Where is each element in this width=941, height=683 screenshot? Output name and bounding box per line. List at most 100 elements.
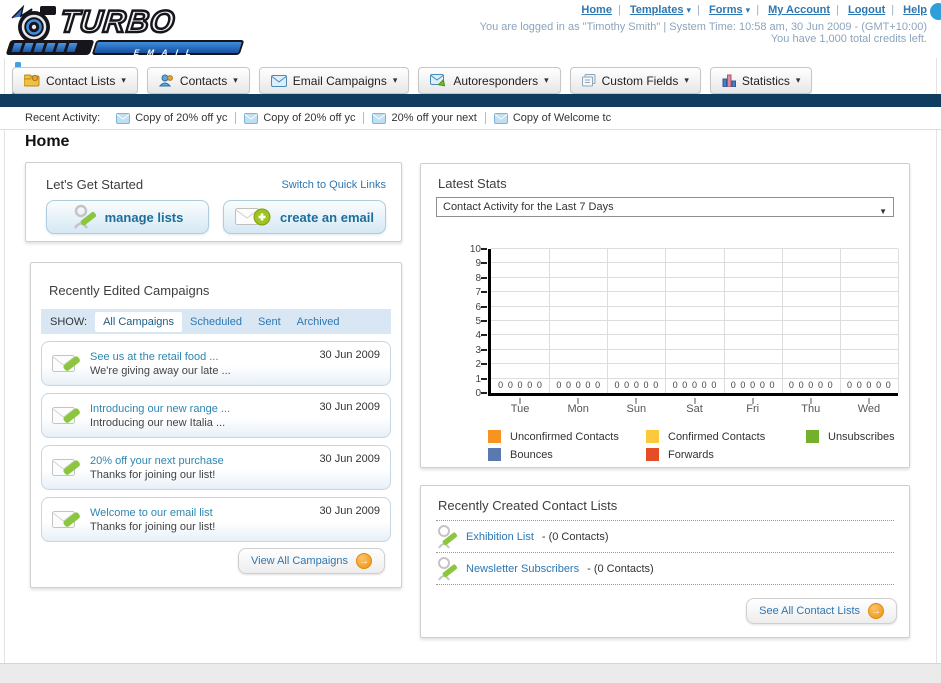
recently-created-contact-lists-panel: Recently Created Contact Lists Exhibitio… <box>420 485 910 638</box>
legend-item: Forwards <box>646 448 714 461</box>
chart-plot-area: 0 1 2 3 4 5 6 7 8 9 10 Tue 0 0 0 0 0 Mon 0 0 0 0 0 Sun 0 0 0 0 0 Sat 0… <box>470 244 899 415</box>
arrow-right-icon: → <box>356 553 372 569</box>
view-all-campaigns-button[interactable]: View All Campaigns → <box>237 548 385 574</box>
campaign-text: Welcome to our email list Thanks for join… <box>90 506 215 534</box>
manage-lists-button[interactable]: manage lists <box>46 200 209 234</box>
dotted-divider <box>436 584 894 585</box>
campaign-card[interactable]: See us at the retail food ... We're givin… <box>41 341 391 386</box>
y-axis-tick <box>481 320 487 322</box>
contact-list-link[interactable]: Exhibition List <box>466 531 534 543</box>
recent-activity-item[interactable]: Copy of 20% off yc <box>244 112 355 124</box>
logo-subtitle: EMAIL <box>132 48 201 57</box>
tab-autoresponders[interactable]: Autoresponders ▾ <box>418 67 561 94</box>
link-forms[interactable]: Forms <box>709 4 743 16</box>
stats-period-select[interactable]: Contact Activity for the Last 7 Days ▼ <box>436 197 894 217</box>
x-axis-tick <box>577 398 579 404</box>
tab-email-campaigns[interactable]: Email Campaigns ▾ <box>258 67 410 94</box>
get-started-title: Let's Get Started <box>46 177 144 192</box>
dropdown-caret-icon: ▾ <box>121 75 126 85</box>
navy-divider-band <box>0 94 941 107</box>
campaign-text: Introducing our new range ... Introducing… <box>90 402 230 430</box>
data-value-label: 0 <box>730 380 736 390</box>
envelope-icon <box>244 112 259 124</box>
tab-contact-lists[interactable]: Contact Lists ▾ <box>12 67 138 94</box>
tab-custom-fields[interactable]: Custom Fields ▾ <box>569 67 701 94</box>
person-pencil-icon <box>438 557 458 581</box>
y-axis-tick <box>481 363 487 366</box>
legend-swatch <box>646 430 659 443</box>
campaign-title-link[interactable]: See us at the retail food ... <box>90 350 231 364</box>
campaign-title-link[interactable]: Welcome to our email list <box>90 506 215 520</box>
pages-icon <box>581 74 596 87</box>
envelope-pencil-icon <box>52 458 80 476</box>
bar-chart-icon <box>722 74 736 87</box>
y-axis-tick <box>481 276 487 279</box>
page-right-border <box>936 58 937 663</box>
filter-scheduled[interactable]: Scheduled <box>182 312 250 332</box>
data-value-label: 0 <box>750 380 756 390</box>
y-axis-label: 3 <box>475 344 481 356</box>
link-logout[interactable]: Logout <box>848 4 885 16</box>
legend-item: Unconfirmed Contacts <box>488 430 619 443</box>
contact-lists-title: Recently Created Contact Lists <box>438 498 618 513</box>
data-value-label: 0 <box>876 380 882 390</box>
legend-swatch <box>806 430 819 443</box>
data-value-label: 0 <box>711 380 717 390</box>
grid-line <box>491 348 898 350</box>
campaign-card[interactable]: Introducing our new range ... Introducing… <box>41 393 391 438</box>
contact-list-link[interactable]: Newsletter Subscribers <box>466 563 579 575</box>
filter-all-campaigns[interactable]: All Campaigns <box>95 311 182 332</box>
link-templates[interactable]: Templates <box>630 4 684 16</box>
link-help[interactable]: Help <box>903 4 927 16</box>
create-email-button[interactable]: create an email <box>223 200 386 234</box>
x-axis-label: Sun <box>626 403 647 415</box>
dropdown-caret-icon: ▾ <box>392 75 398 85</box>
see-all-contact-lists-button[interactable]: See All Contact Lists → <box>746 598 897 624</box>
data-value-label: 0 <box>672 380 678 390</box>
tab-contacts[interactable]: Contacts ▾ <box>146 67 250 94</box>
envelope-plus-icon <box>235 208 271 226</box>
person-pencil-icon <box>73 204 96 229</box>
envelope-pencil-icon <box>52 406 80 424</box>
contact-list-item: Newsletter Subscribers - (0 Contacts) <box>436 556 654 582</box>
app-window: TURBO EMAIL Home | Templates ▾ | Forms ▾ | … <box>0 0 941 683</box>
latest-stats-panel: Latest Stats Contact Activity for the La… <box>420 163 910 468</box>
recent-activity-item[interactable]: Copy of 20% off yc <box>116 112 227 124</box>
legend-swatch <box>646 448 659 461</box>
data-value-label: 0 <box>817 380 823 390</box>
y-axis-tick <box>481 262 487 265</box>
y-axis-label: 8 <box>475 272 481 284</box>
campaign-card[interactable]: 20% off your next purchase Thanks for joi… <box>41 445 391 490</box>
data-value-label: 0 <box>769 380 775 390</box>
x-axis-label: Wed <box>857 403 881 415</box>
campaign-card[interactable]: Welcome to our email list Thanks for join… <box>41 497 391 542</box>
y-axis-label: 7 <box>475 287 481 299</box>
y-axis-tick <box>481 334 487 337</box>
switch-quick-links[interactable]: Switch to Quick Links <box>281 179 386 191</box>
filter-sent[interactable]: Sent <box>250 312 289 332</box>
show-label: SHOW: <box>50 315 88 328</box>
campaign-title-link[interactable]: Introducing our new range ... <box>90 402 230 416</box>
filter-archived[interactable]: Archived <box>289 312 348 332</box>
link-my-account[interactable]: My Account <box>768 4 830 16</box>
data-value-label: 0 <box>566 380 572 390</box>
y-axis-label: 6 <box>475 301 481 313</box>
recent-activity-item[interactable]: 20% off your next <box>372 112 477 124</box>
help-bubble-icon[interactable] <box>930 3 941 20</box>
tab-statistics[interactable]: Statistics ▾ <box>709 67 813 94</box>
legend-item: Unsubscribes <box>806 430 895 443</box>
y-axis-label: 4 <box>475 330 481 342</box>
select-arrow-icon: ▼ <box>879 207 887 216</box>
legend-item: Confirmed Contacts <box>646 430 765 443</box>
grid-line <box>665 249 667 393</box>
campaign-date: 30 Jun 2009 <box>319 349 380 361</box>
arrow-right-icon: → <box>868 603 884 619</box>
link-home[interactable]: Home <box>581 4 612 16</box>
data-value-label: 0 <box>701 380 707 390</box>
recent-activity-item[interactable]: Copy of Welcome tc <box>493 112 611 124</box>
y-axis-label: 2 <box>475 359 481 371</box>
main-nav: Contact Lists ▾ Contacts ▾ Email Campaig… <box>12 67 813 94</box>
campaign-title-link[interactable]: 20% off your next purchase <box>90 454 224 468</box>
grid-line <box>491 305 898 307</box>
folder-icon <box>24 74 40 87</box>
